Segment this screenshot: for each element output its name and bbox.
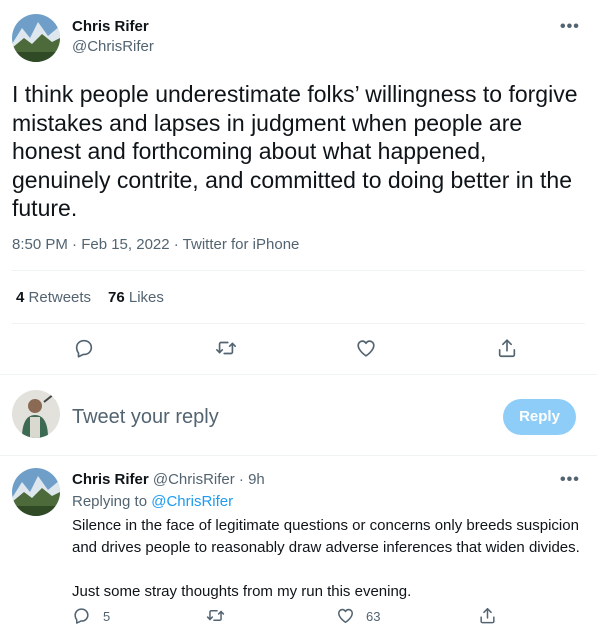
- reply-button[interactable]: Reply: [503, 399, 576, 435]
- likes-stat[interactable]: 76 Likes: [108, 289, 164, 306]
- reply-tweet-reply-count: 5: [103, 609, 111, 624]
- author-handle[interactable]: @ChrisRifer: [72, 38, 154, 55]
- author-name[interactable]: Chris Rifer: [72, 18, 149, 35]
- reply-icon[interactable]: [73, 337, 95, 359]
- replying-to-handle[interactable]: @ChrisRifer: [151, 493, 233, 510]
- share-icon[interactable]: [496, 337, 518, 359]
- tweet-timestamp[interactable]: 8:50 PM · Feb 15, 2022 · Twitter for iPh…: [12, 236, 299, 253]
- reply-author-meta[interactable]: @ChrisRifer · 9h: [153, 471, 265, 488]
- reply-paragraph-2: Just some stray thoughts from my run thi…: [72, 583, 412, 600]
- reply-tweet-share-icon[interactable]: [478, 606, 497, 625]
- retweets-label: Retweets: [28, 289, 92, 306]
- retweet-icon[interactable]: [215, 337, 237, 359]
- author-avatar[interactable]: [12, 14, 60, 62]
- reply-tweet-like-icon[interactable]: [336, 606, 355, 625]
- reply-author-avatar[interactable]: [12, 468, 60, 516]
- more-options-icon[interactable]: •••: [560, 18, 580, 36]
- likes-count: 76: [108, 289, 125, 306]
- like-icon[interactable]: [355, 337, 377, 359]
- reply-input[interactable]: [72, 403, 472, 431]
- tweet-text: I think people underestimate folks’ will…: [12, 81, 578, 221]
- likes-label: Likes: [128, 289, 164, 306]
- user-avatar[interactable]: [12, 390, 60, 438]
- replying-to-label: Replying to: [72, 493, 148, 510]
- reply-author-name[interactable]: Chris Rifer: [72, 471, 149, 488]
- reply-paragraph-1: Silence in the face of legitimate questi…: [72, 517, 580, 556]
- retweets-count: 4: [16, 289, 25, 306]
- reply-more-options-icon[interactable]: •••: [560, 471, 580, 489]
- reply-tweet-header: Chris Rifer @ChrisRifer · 9h: [72, 471, 265, 488]
- reply-tweet-text: Silence in the face of legitimate questi…: [72, 515, 587, 603]
- retweets-stat[interactable]: 4 Retweets: [16, 289, 91, 306]
- reply-tweet-like-count: 63: [366, 609, 381, 624]
- replying-to: Replying to @ChrisRifer: [72, 493, 233, 510]
- reply-tweet-retweet-icon[interactable]: [206, 606, 225, 625]
- reply-tweet-reply-icon[interactable]: [72, 606, 91, 625]
